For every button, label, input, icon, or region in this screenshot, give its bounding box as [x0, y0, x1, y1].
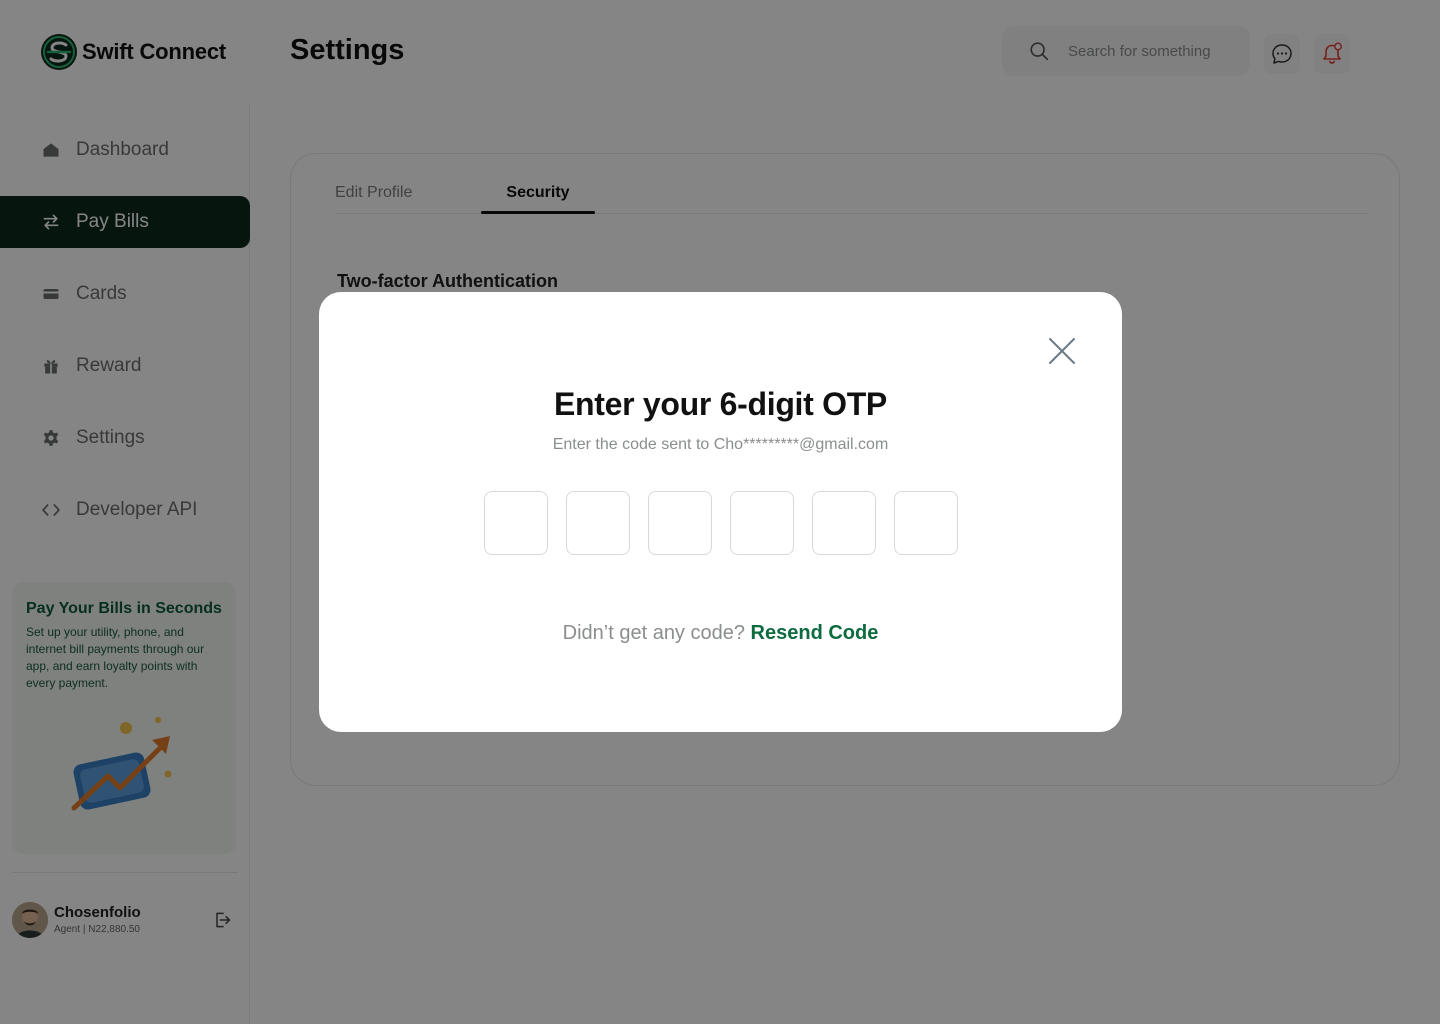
close-icon — [1049, 338, 1075, 364]
close-button[interactable] — [1047, 336, 1077, 366]
otp-digit-5[interactable] — [812, 491, 876, 555]
resend-line: Didn’t get any code? Resend Code — [319, 622, 1122, 645]
otp-digit-6[interactable] — [894, 491, 958, 555]
otp-digit-3[interactable] — [648, 491, 712, 555]
otp-modal: Enter your 6-digit OTP Enter the code se… — [319, 292, 1122, 732]
resend-prompt: Didn’t get any code? — [562, 622, 745, 644]
otp-input-group — [484, 491, 958, 555]
resend-code-link[interactable]: Resend Code — [751, 622, 879, 644]
otp-digit-2[interactable] — [566, 491, 630, 555]
otp-digit-4[interactable] — [730, 491, 794, 555]
otp-digit-1[interactable] — [484, 491, 548, 555]
otp-subtitle: Enter the code sent to Cho*********@gmai… — [552, 436, 889, 453]
otp-title: Enter your 6-digit OTP — [554, 386, 887, 422]
